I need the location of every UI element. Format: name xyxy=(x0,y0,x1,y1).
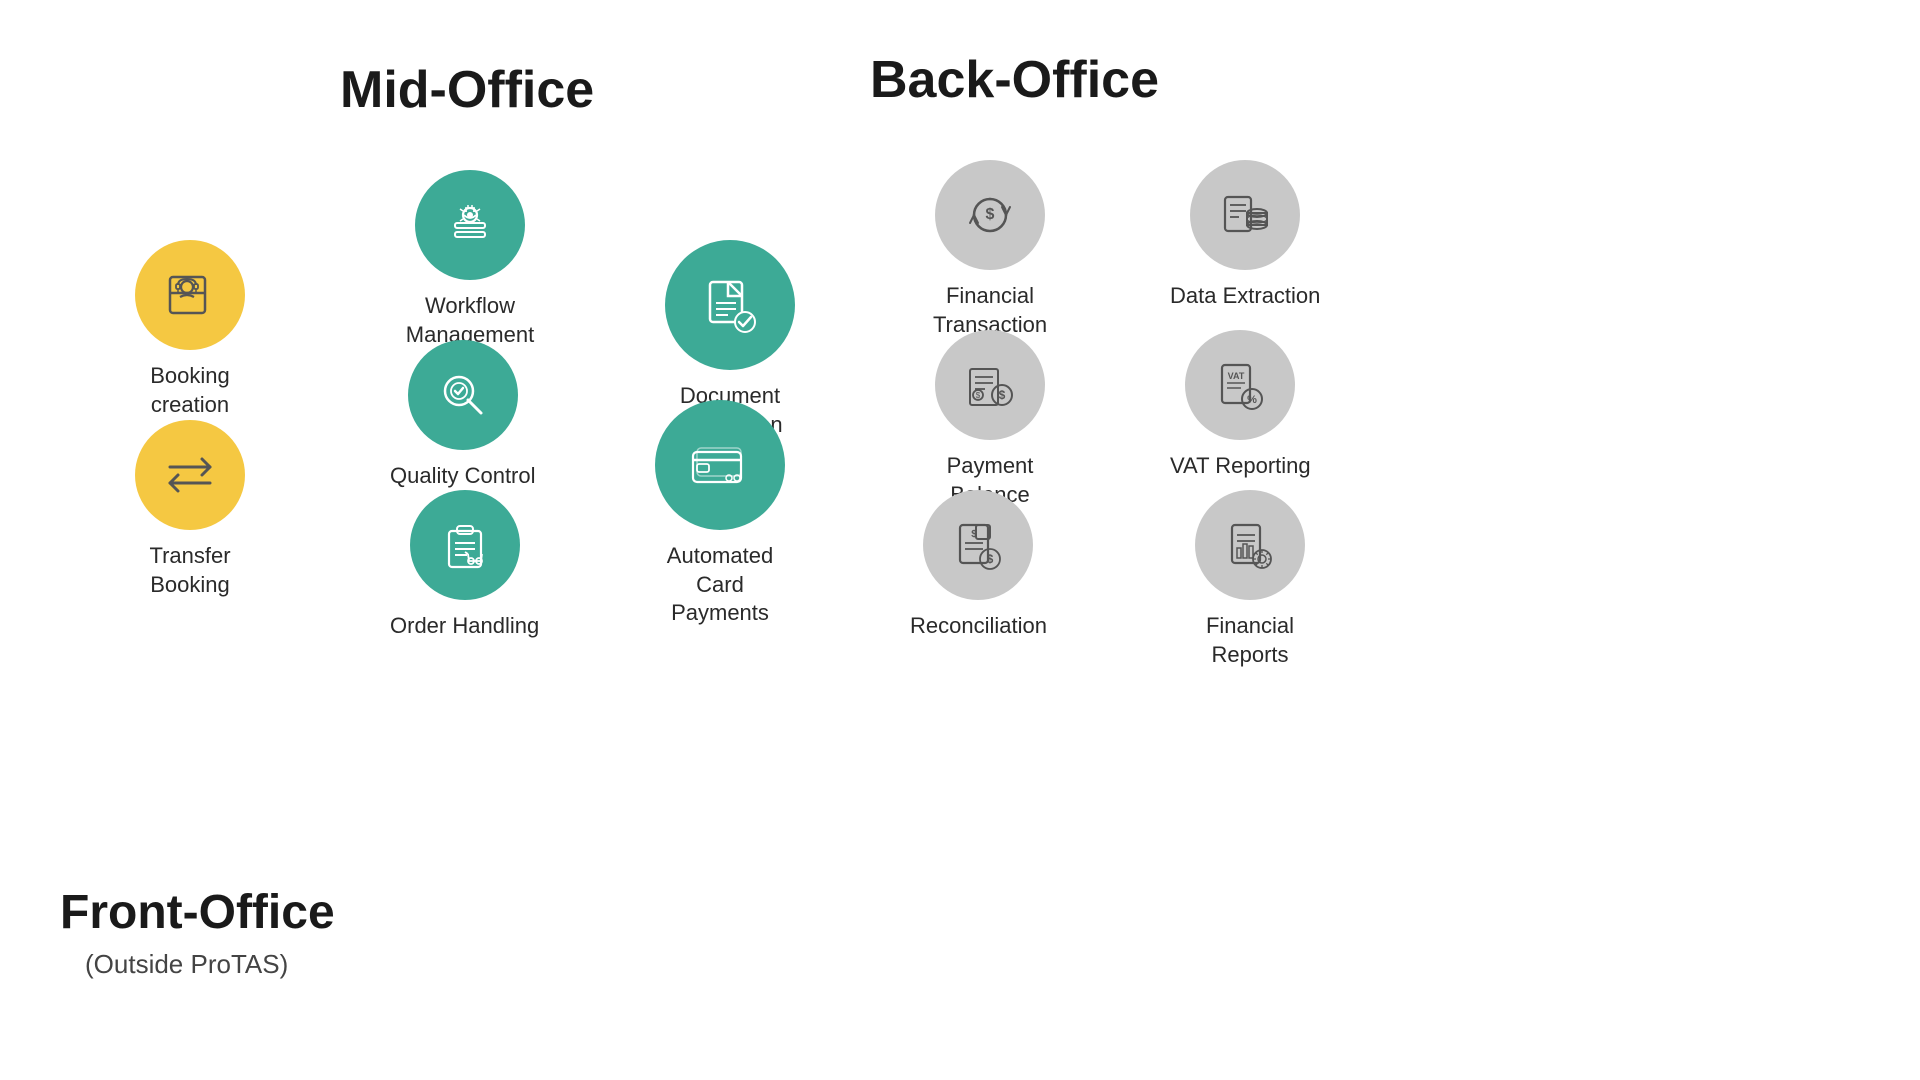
payment-group: $ $ Payment Balance xyxy=(910,330,1070,509)
workflow-icon-circle xyxy=(415,170,525,280)
svg-text:$: $ xyxy=(986,206,995,223)
booking-icon-circle xyxy=(135,240,245,350)
svg-text:VAT: VAT xyxy=(1228,371,1245,381)
card-icon-circle xyxy=(655,400,785,530)
order-icon-circle xyxy=(410,490,520,600)
card-group: Automated Card Payments xyxy=(640,400,800,628)
financial-reports-group: Financial Reports xyxy=(1170,490,1330,669)
booking-group: Booking creation xyxy=(110,240,270,419)
svg-text:$: $ xyxy=(999,388,1006,402)
front-office-header: Front-Office xyxy=(60,885,335,940)
quality-group: Quality Control xyxy=(390,340,536,491)
order-icon xyxy=(435,515,495,575)
vat-group: VAT % VAT Reporting xyxy=(1170,330,1311,481)
svg-text:$: $ xyxy=(972,529,978,540)
data-extraction-label: Data Extraction xyxy=(1170,282,1320,311)
reconciliation-icon-circle: $ $ xyxy=(923,490,1033,600)
reconciliation-icon: $ $ xyxy=(948,515,1008,575)
vat-icon: VAT % xyxy=(1210,355,1270,415)
page-container: Mid-Office Back-Office Front-Office (Out… xyxy=(0,0,1920,1080)
vat-label: VAT Reporting xyxy=(1170,452,1311,481)
data-extraction-icon xyxy=(1215,185,1275,245)
financial-tx-icon: $ xyxy=(960,185,1020,245)
financial-tx-group: $ Financial Transaction xyxy=(910,160,1070,339)
payment-icon-circle: $ $ xyxy=(935,330,1045,440)
quality-icon xyxy=(433,365,493,425)
reconciliation-label: Reconciliation xyxy=(910,612,1047,641)
svg-text:%: % xyxy=(1247,394,1257,406)
document-icon xyxy=(695,270,765,340)
transfer-label: Transfer Booking xyxy=(110,542,270,599)
financial-tx-icon-circle: $ xyxy=(935,160,1045,270)
payment-icon: $ $ xyxy=(960,355,1020,415)
reconciliation-group: $ $ Reconciliation xyxy=(910,490,1047,641)
transfer-group: Transfer Booking xyxy=(110,420,270,599)
quality-label: Quality Control xyxy=(390,462,536,491)
workflow-group: Workflow Management xyxy=(390,170,550,349)
booking-label: Booking creation xyxy=(110,362,270,419)
order-label: Order Handling xyxy=(390,612,539,641)
back-office-header: Back-Office xyxy=(870,50,1159,110)
vat-icon-circle: VAT % xyxy=(1185,330,1295,440)
card-label: Automated Card Payments xyxy=(640,542,800,628)
data-extraction-icon-circle xyxy=(1190,160,1300,270)
card-icon xyxy=(685,430,755,500)
mid-office-header: Mid-Office xyxy=(340,60,594,120)
financial-reports-label: Financial Reports xyxy=(1170,612,1330,669)
transfer-icon-circle xyxy=(135,420,245,530)
quality-icon-circle xyxy=(408,340,518,450)
svg-text:$: $ xyxy=(987,552,994,566)
front-office-subheader: (Outside ProTAS) xyxy=(85,949,288,980)
svg-text:$: $ xyxy=(976,391,981,400)
order-group: Order Handling xyxy=(390,490,539,641)
financial-reports-icon xyxy=(1220,515,1280,575)
booking-icon xyxy=(160,265,220,325)
transfer-icon xyxy=(160,445,220,505)
document-icon-circle xyxy=(665,240,795,370)
data-extraction-group: Data Extraction xyxy=(1170,160,1320,311)
financial-reports-icon-circle xyxy=(1195,490,1305,600)
workflow-icon xyxy=(440,195,500,255)
